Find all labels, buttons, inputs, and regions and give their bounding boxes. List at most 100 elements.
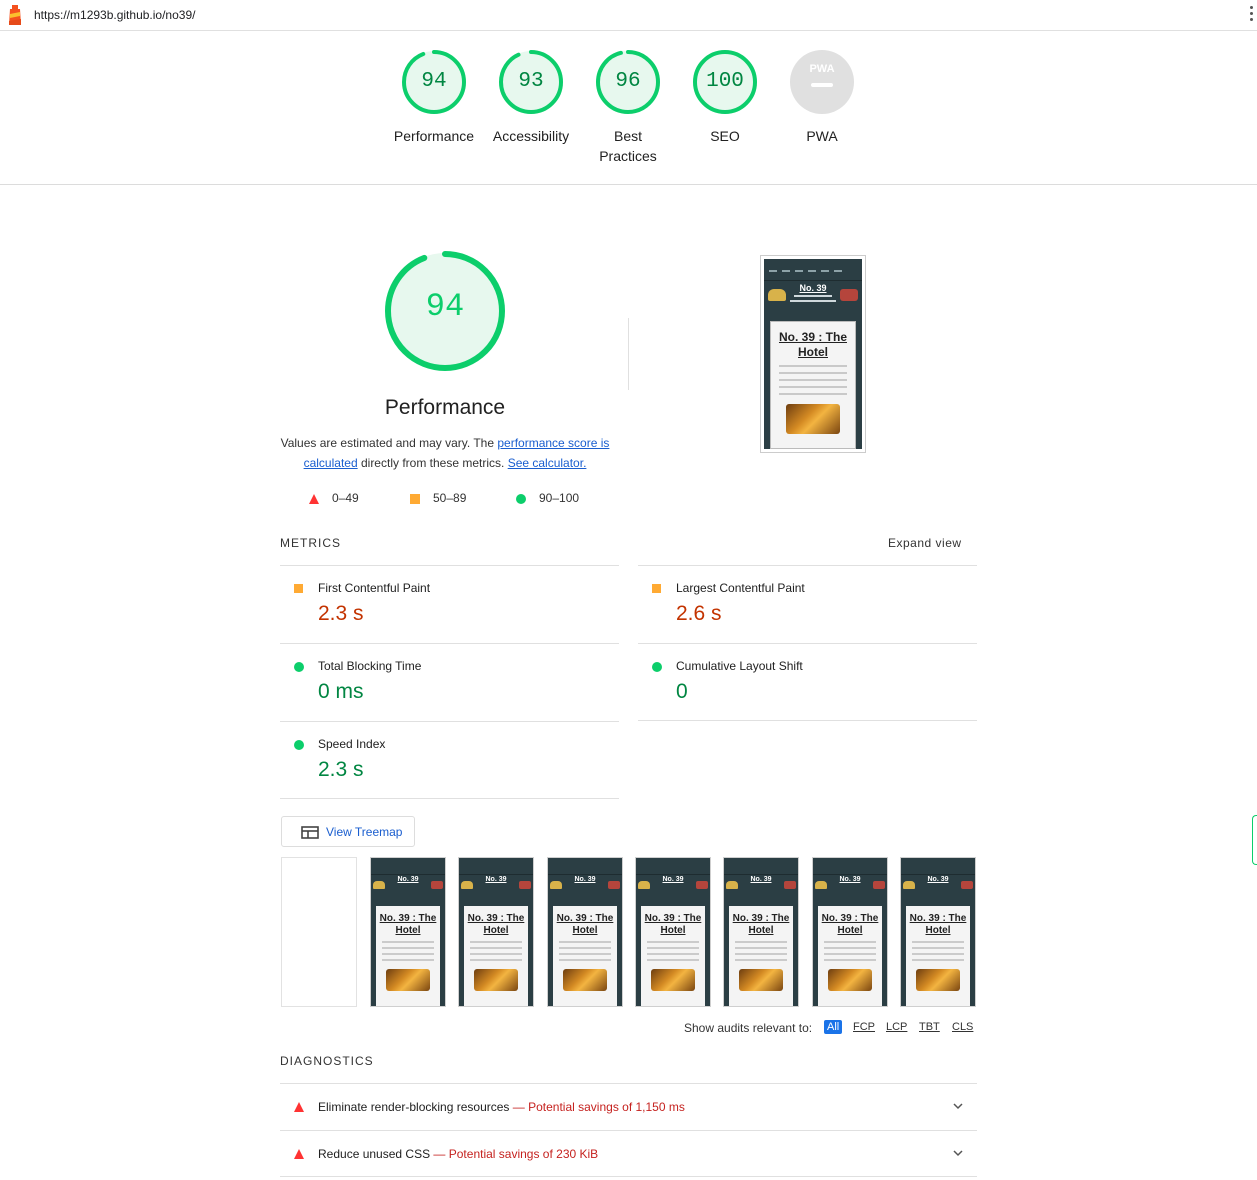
gauge-label: Performance: [393, 128, 475, 144]
filter-tbt[interactable]: TBT: [916, 1020, 943, 1034]
frame-headline: No. 39 : The Hotel: [906, 913, 970, 937]
gauge-label: PWA: [806, 128, 838, 144]
green-circle-icon: [294, 740, 304, 750]
audit-savings: — Potential savings of 1,150 ms: [512, 1100, 685, 1114]
score-summary: 94 Performance 93 Accessibility 96 Best …: [0, 31, 1257, 185]
preview-card: No. 39 : The Hotel: [770, 321, 856, 449]
metric-tbt: Total Blocking Time 0 ms: [280, 643, 619, 721]
frame-nav: [459, 858, 533, 875]
frame-nav: [901, 858, 975, 875]
gauge-label: SEO: [710, 128, 740, 144]
frame-headline-line1: No. 39 : The: [556, 913, 614, 924]
audit-title: Reduce unused CSS: [318, 1147, 431, 1161]
see-calculator-link[interactable]: See calculator.: [508, 456, 587, 470]
frame-nav: [813, 858, 887, 875]
preview-image: [786, 404, 840, 434]
metric-label: Speed Index: [318, 737, 386, 751]
preview-header: No. 39: [764, 281, 862, 317]
frame-card: No. 39 : The Hotel: [818, 906, 882, 1006]
frame-headline-line2: Hotel: [395, 925, 421, 936]
gauge-accessibility[interactable]: 93 Accessibility: [486, 49, 576, 146]
metric-value: 0: [676, 680, 688, 703]
filter-fcp[interactable]: FCP: [850, 1020, 878, 1034]
final-screenshot[interactable]: No. 39 No. 39 : The Hotel: [760, 255, 866, 453]
frame-image: [563, 969, 607, 991]
frame-header: No. 39: [813, 875, 887, 899]
frame-headline-line1: No. 39 : The: [732, 913, 790, 924]
gauge-label: Best Practices: [599, 128, 657, 164]
filmstrip-frame-blank: [281, 857, 357, 1007]
frame-headline: No. 39 : The Hotel: [553, 913, 617, 937]
frame-site-title: No. 39: [839, 876, 861, 883]
metric-label: Total Blocking Time: [318, 659, 422, 673]
gauge-seo[interactable]: 100 SEO: [680, 49, 770, 146]
orange-square-icon: [410, 493, 420, 504]
audit-unused-css[interactable]: Reduce unused CSS — Potential savings of…: [280, 1130, 977, 1177]
preview-nav: [764, 259, 862, 281]
filter-lcp[interactable]: LCP: [883, 1020, 910, 1034]
orange-square-icon: [294, 584, 303, 593]
frame-site-title: No. 39: [485, 876, 507, 883]
metric-label: First Contentful Paint: [318, 581, 431, 595]
frame-headline-line2: Hotel: [925, 925, 951, 936]
frame-site-title: No. 39: [397, 876, 419, 883]
report-url[interactable]: https://m1293b.github.io/no39/: [34, 8, 195, 22]
audit-title: Eliminate render-blocking resources: [318, 1100, 510, 1114]
filmstrip-frame: No. 39 No. 39 : The Hotel: [458, 857, 534, 1007]
frame-nav: [724, 858, 798, 875]
frame-headline: No. 39 : The Hotel: [818, 913, 882, 937]
legend-fail: 0–49: [309, 491, 359, 505]
frame-card: No. 39 : The Hotel: [553, 906, 617, 1006]
frame-headline-line2: Hotel: [572, 925, 598, 936]
gauge-best-practices[interactable]: 96 Best Practices: [583, 49, 673, 166]
frame-headline: No. 39 : The Hotel: [376, 913, 440, 937]
gauge-pwa[interactable]: PWA PWA: [777, 49, 867, 146]
performance-description: Values are estimated and may vary. The p…: [280, 433, 610, 473]
frame-header: No. 39: [459, 875, 533, 899]
expand-view-toggle[interactable]: Expand view: [888, 536, 962, 550]
metric-cls: Cumulative Layout Shift 0: [638, 643, 977, 721]
pwa-badge-text: PWA: [809, 63, 835, 75]
metric-value: 2.3 s: [318, 602, 364, 625]
view-treemap-button[interactable]: View Treemap: [281, 816, 415, 847]
frame-headline: No. 39 : The Hotel: [464, 913, 528, 937]
filter-cls[interactable]: CLS: [949, 1020, 976, 1034]
more-options-icon[interactable]: [1249, 6, 1255, 24]
chevron-down-icon[interactable]: [953, 1149, 963, 1157]
metric-value: 2.6 s: [676, 602, 722, 625]
frame-header: No. 39: [724, 875, 798, 899]
frame-header: No. 39: [548, 875, 622, 899]
gauge-score: 94: [421, 70, 447, 93]
metric-label: Cumulative Layout Shift: [676, 659, 803, 673]
metric-fcp: First Contentful Paint 2.3 s: [280, 565, 619, 643]
gauge-score: 93: [518, 70, 544, 93]
filter-all[interactable]: All: [824, 1020, 843, 1034]
preview-site-title: No. 39: [799, 283, 827, 293]
frame-header: No. 39: [901, 875, 975, 899]
frame-image: [739, 969, 783, 991]
gauge-performance[interactable]: 94 Performance: [389, 49, 479, 146]
chevron-down-icon[interactable]: [953, 1102, 963, 1110]
filmstrip-frame: No. 39 No. 39 : The Hotel: [370, 857, 446, 1007]
frame-header: No. 39: [636, 875, 710, 899]
gauge-label: Accessibility: [492, 128, 570, 144]
frame-image: [474, 969, 518, 991]
green-circle-icon: [294, 662, 304, 672]
frame-headline-line2: Hotel: [748, 925, 774, 936]
frame-headline: No. 39 : The Hotel: [729, 913, 793, 937]
metric-value: 2.3 s: [318, 758, 364, 781]
legend-range: 50–89: [433, 491, 467, 505]
frame-site-title: No. 39: [574, 876, 596, 883]
frame-card: No. 39 : The Hotel: [641, 906, 705, 1006]
filmstrip-frame: No. 39 No. 39 : The Hotel: [900, 857, 976, 1007]
performance-gauge-large: 94: [383, 249, 507, 373]
pwa-badge-icon: [790, 50, 854, 114]
legend-range: 0–49: [332, 491, 359, 505]
red-triangle-icon: [309, 493, 319, 504]
audit-render-blocking[interactable]: Eliminate render-blocking resources — Po…: [280, 1083, 977, 1130]
filmstrip-frame: No. 39 No. 39 : The Hotel: [635, 857, 711, 1007]
side-tab[interactable]: [1252, 815, 1257, 865]
metric-speed-index: Speed Index 2.3 s: [280, 721, 619, 799]
frame-site-title: No. 39: [927, 876, 949, 883]
frame-headline-line1: No. 39 : The: [467, 913, 525, 924]
